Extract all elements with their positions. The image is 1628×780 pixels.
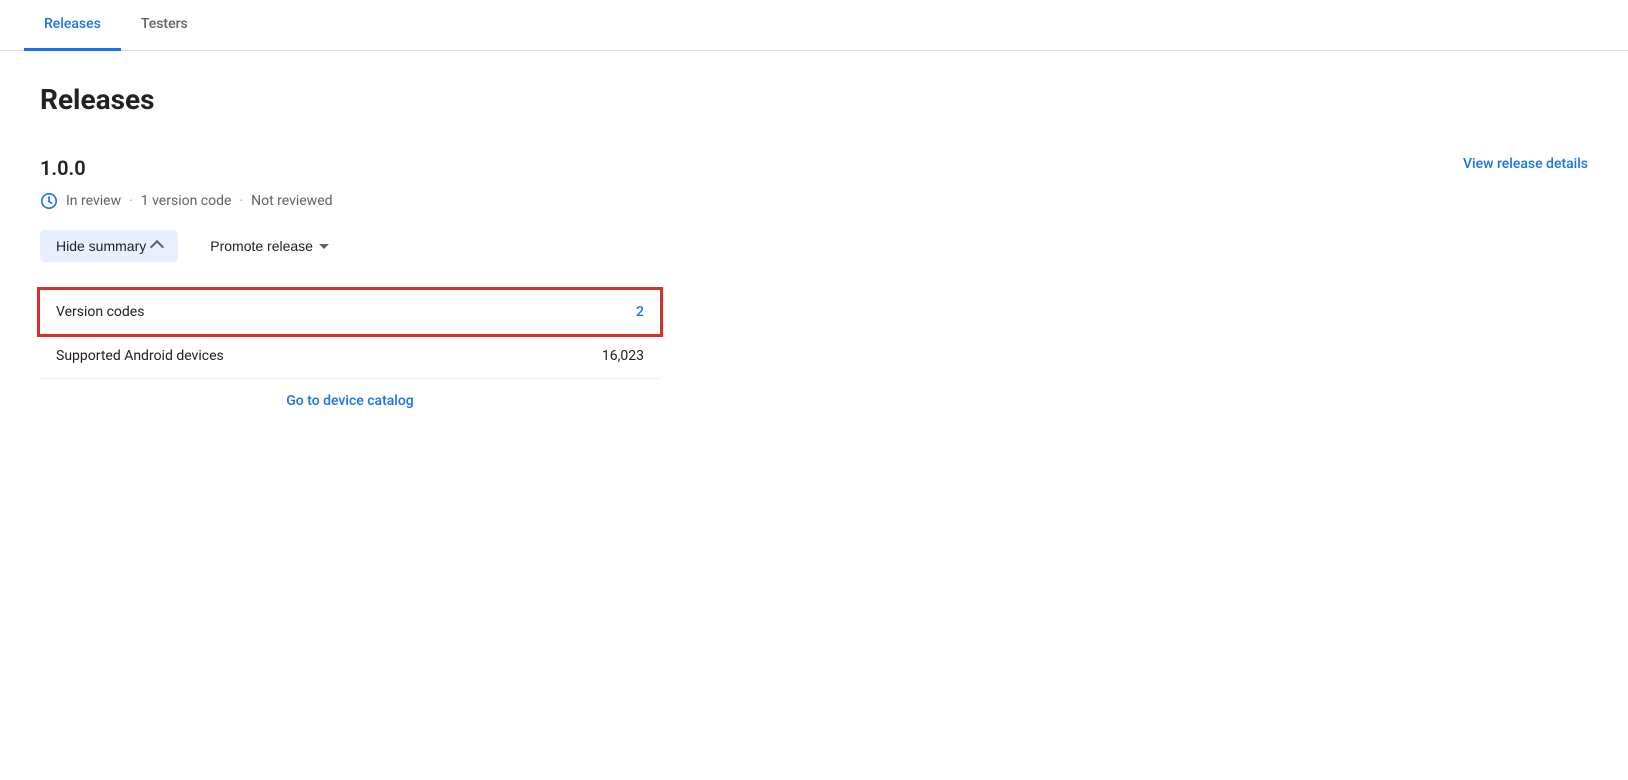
dot-separator-2: ·	[239, 193, 243, 209]
view-release-details-link[interactable]: View release details	[1463, 156, 1588, 172]
version-codes-value: 2	[636, 304, 644, 320]
main-content: Releases 1.0.0 View release details In r…	[0, 51, 1628, 451]
supported-devices-row: Supported Android devices 16,023	[40, 334, 660, 379]
tab-testers[interactable]: Testers	[121, 0, 208, 51]
status-in-review: In review	[66, 193, 121, 209]
supported-devices-label: Supported Android devices	[56, 348, 224, 364]
release-status-row: In review · 1 version code · Not reviewe…	[40, 192, 1588, 210]
supported-devices-value: 16,023	[602, 348, 644, 364]
device-catalog-row: Go to device catalog	[40, 383, 660, 419]
version-codes-label: Version codes	[56, 304, 144, 320]
hide-summary-label: Hide summary	[56, 238, 146, 254]
tab-bar: Releases Testers	[0, 0, 1628, 51]
version-codes-row: Version codes 2	[40, 290, 660, 334]
promote-release-label: Promote release	[210, 238, 313, 254]
chevron-up-icon	[150, 240, 164, 254]
review-status: Not reviewed	[251, 193, 332, 209]
release-header: 1.0.0 View release details	[40, 156, 1588, 180]
dot-separator-1: ·	[129, 193, 133, 209]
promote-release-button[interactable]: Promote release	[194, 230, 345, 262]
release-version: 1.0.0	[40, 156, 86, 180]
clock-icon	[40, 192, 58, 210]
chevron-down-icon	[319, 244, 329, 249]
version-code-count: 1 version code	[141, 193, 232, 209]
tab-releases[interactable]: Releases	[24, 0, 121, 51]
summary-table: Version codes 2 Supported Android device…	[40, 290, 660, 419]
page-title: Releases	[40, 83, 1588, 116]
hide-summary-button[interactable]: Hide summary	[40, 230, 178, 262]
go-to-device-catalog-link[interactable]: Go to device catalog	[286, 393, 414, 409]
action-buttons-row: Hide summary Promote release	[40, 230, 1588, 262]
